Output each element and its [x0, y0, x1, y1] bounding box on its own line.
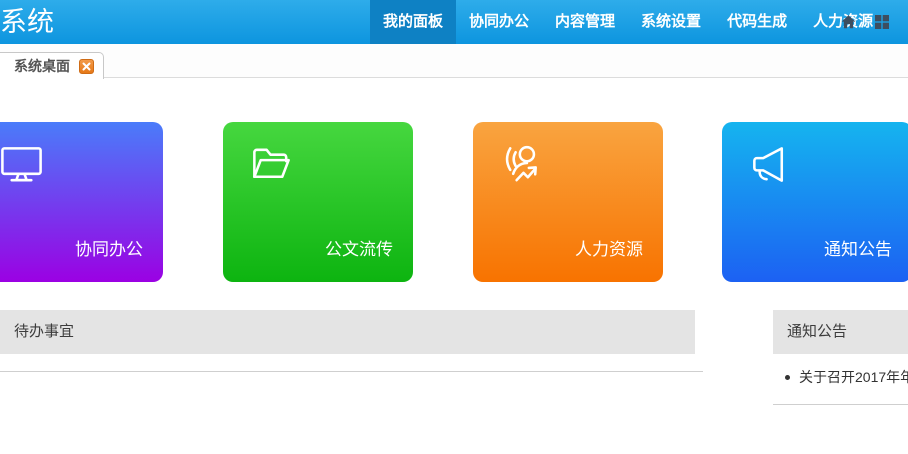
app-header: 系统 我的面板 协同办公 内容管理 系统设置 代码生成 人力资源: [0, 0, 908, 44]
tile-label: 公文流传: [325, 235, 393, 260]
grid-icon[interactable]: [874, 14, 890, 30]
notice-list-item[interactable]: 关于召开2017年年: [773, 367, 908, 387]
todo-panel-header: 待办事宜: [0, 310, 695, 354]
tile-human-resources[interactable]: 人力资源: [473, 122, 663, 282]
screen: 系统 我的面板 协同办公 内容管理 系统设置 代码生成 人力资源 系统桌面: [0, 0, 908, 454]
todo-divider: [0, 371, 703, 372]
nav-item-my-panel[interactable]: 我的面板: [370, 0, 456, 44]
tile-collab-office[interactable]: 协同办公: [0, 122, 163, 282]
main-nav: 我的面板 协同办公 内容管理 系统设置 代码生成 人力资源: [370, 0, 886, 44]
megaphone-icon: [747, 141, 794, 188]
tab-label: 系统桌面: [14, 56, 70, 76]
nav-item-codegen[interactable]: 代码生成: [714, 0, 800, 44]
tile-notices[interactable]: 通知公告: [722, 122, 908, 282]
tab-system-desktop[interactable]: 系统桌面: [0, 52, 104, 79]
notice-panel-header: 通知公告: [773, 310, 908, 354]
tab-bar: 系统桌面: [0, 44, 908, 78]
nav-item-settings[interactable]: 系统设置: [628, 0, 714, 44]
app-title: 系统: [0, 0, 54, 44]
tile-document-flow[interactable]: 公文流传: [223, 122, 413, 282]
close-icon[interactable]: [79, 59, 94, 74]
bullet-icon: [785, 375, 790, 380]
notice-item-text: 关于召开2017年年: [799, 367, 908, 387]
header-icons: [840, 0, 890, 44]
nav-item-collab[interactable]: 协同办公: [456, 0, 542, 44]
tile-label: 通知公告: [824, 235, 892, 260]
nav-item-content[interactable]: 内容管理: [542, 0, 628, 44]
monitor-icon: [0, 141, 45, 188]
notice-divider: [773, 404, 908, 405]
person-activity-icon: [498, 141, 545, 188]
home-icon[interactable]: [840, 14, 857, 30]
tile-label: 协同办公: [75, 235, 143, 260]
folder-open-icon: [248, 141, 295, 188]
tile-label: 人力资源: [575, 235, 643, 260]
